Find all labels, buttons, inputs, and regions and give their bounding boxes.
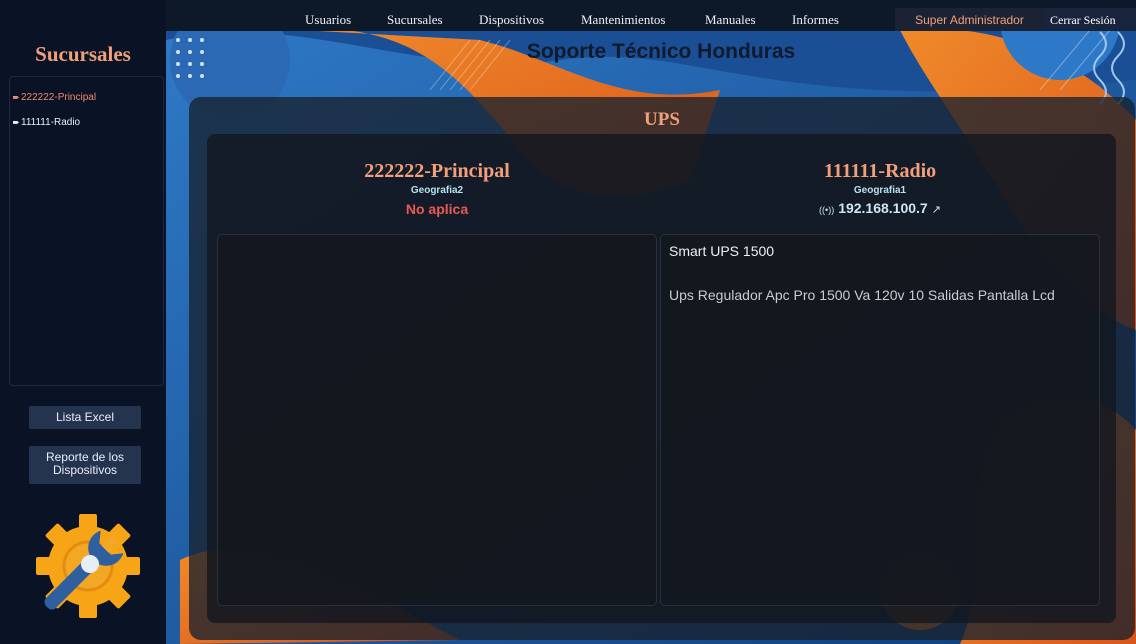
branch-name: 222222-Principal (364, 160, 510, 182)
branch-comparison-panel: 222222-Principal Geografia2 No aplica 11… (207, 134, 1116, 623)
branch-name: 111111-Radio (823, 160, 937, 182)
device-report-button[interactable]: Reporte de los Dispositivos (29, 446, 141, 484)
branch-header-right: 111111-Radio Geografia1 ((•)) 192.168.100… (660, 160, 1100, 216)
branch-list: 222222-Principal 111111-Radio (9, 76, 164, 386)
device-box-right: Smart UPS 1500 Ups Regulador Apc Pro 150… (660, 234, 1100, 606)
logout-button[interactable]: Cerrar Sesión (1044, 8, 1136, 31)
status-not-applicable: No aplica (405, 201, 469, 217)
device-box-left (217, 234, 657, 606)
external-link-icon[interactable]: ↗ (932, 204, 941, 216)
top-nav: Usuarios Sucursales Dispositivos Manteni… (166, 0, 1136, 31)
nav-informes[interactable]: Informes (792, 12, 839, 28)
branch-geography: Geografia2 (410, 185, 464, 196)
signal-icon: ((•)) (819, 205, 835, 215)
user-role-label: Super Administrador (895, 8, 1044, 31)
sidebar-item-label: 222222-Principal (21, 92, 97, 103)
device-model: Smart UPS 1500 (669, 243, 775, 259)
main-panel: UPS 222222-Principal Geografia2 No aplic… (189, 97, 1135, 640)
ip-address: 192.168.100.7 (838, 200, 928, 216)
sidebar: Sucursales 222222-Principal 111111-Radio… (0, 0, 166, 644)
site-title: Soporte Técnico Honduras (526, 40, 796, 63)
nav-sucursales[interactable]: Sucursales (387, 12, 443, 28)
sidebar-item-label: 111111-Radio (21, 117, 81, 128)
nav-mantenimientos[interactable]: Mantenimientos (581, 12, 666, 28)
section-title: UPS (644, 109, 680, 130)
nav-manuales[interactable]: Manuales (705, 12, 756, 28)
nav-dispositivos[interactable]: Dispositivos (479, 12, 544, 28)
branch-header-left: 222222-Principal Geografia2 No aplica (217, 160, 657, 217)
branch-geography: Geografia1 (853, 185, 907, 196)
sidebar-item-principal[interactable]: 222222-Principal (13, 92, 96, 103)
gear-wrench-icon (36, 514, 140, 618)
ip-address-link[interactable]: ((•)) 192.168.100.7 ↗ (660, 200, 1100, 216)
arrow-icon (13, 95, 19, 99)
excel-list-button[interactable]: Lista Excel (29, 406, 141, 429)
device-description: Ups Regulador Apc Pro 1500 Va 120v 10 Sa… (669, 287, 1055, 303)
sidebar-title: Sucursales (35, 42, 131, 66)
arrow-icon (13, 120, 19, 124)
nav-usuarios[interactable]: Usuarios (305, 12, 351, 28)
sidebar-item-radio[interactable]: 111111-Radio (13, 117, 80, 128)
